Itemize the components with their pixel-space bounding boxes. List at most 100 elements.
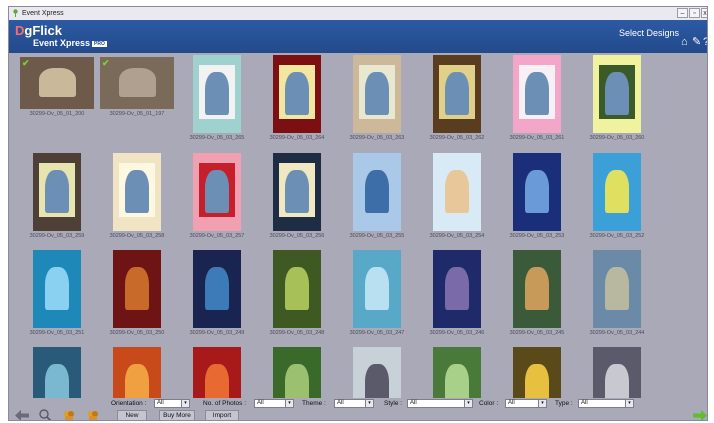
design-thumbnail[interactable]: 30299-Ov_05_03_259 (17, 151, 97, 246)
filter-value: All (410, 400, 417, 406)
design-thumbnail[interactable]: 30299-Ov_05_03_244 (577, 248, 657, 343)
selected-check-icon: ✔ (102, 58, 110, 68)
design-preview (33, 153, 81, 231)
design-thumbnail[interactable] (497, 345, 577, 398)
design-thumbnail[interactable]: 30299-Ov_05_03_257 (177, 151, 257, 246)
design-preview (353, 347, 401, 398)
help-icon[interactable]: ? (703, 37, 707, 48)
design-id-label: 30299-Ov_05_03_245 (509, 330, 565, 336)
couple-photo (45, 170, 69, 213)
couple-photo (285, 72, 309, 115)
design-id-label: 30299-Ov_05_03_255 (349, 233, 405, 239)
brand-logo: DgFlick (15, 23, 62, 38)
chevron-down-icon: ▾ (365, 400, 373, 407)
minimize-icon[interactable]: – (677, 8, 688, 18)
design-id-label: 30299-Ov_05_03_247 (349, 330, 405, 336)
filter-label-photos: No. of Photos : (203, 400, 246, 407)
design-preview (33, 250, 81, 328)
filter-label-orientation: Orientation : (111, 400, 147, 407)
design-thumbnail[interactable]: 30299-Ov_05_03_256 (257, 151, 337, 246)
design-thumbnail[interactable]: 30299-Ov_05_03_262 (417, 53, 497, 148)
design-thumbnail[interactable]: 30299-Ov_05_03_248 (257, 248, 337, 343)
couple-photo (365, 364, 389, 398)
chevron-down-icon: ▾ (625, 400, 633, 407)
zoom-icon[interactable] (39, 409, 52, 421)
design-id-label: 30299-Ov_05_01_197 (109, 111, 165, 117)
design-thumbnail[interactable]: 30299-Ov_05_03_261 (497, 53, 577, 148)
product-name: Event Xpress PRO (33, 38, 107, 48)
filter-select-orientation[interactable]: All ▾ (154, 399, 190, 408)
filter-select-theme[interactable]: All ▾ (334, 399, 374, 408)
window-title: Event Xpress (22, 10, 64, 17)
filter-select-color[interactable]: All ▾ (505, 399, 547, 408)
import-button[interactable]: Import (205, 410, 239, 420)
couple-photo (365, 170, 389, 213)
remove-photo-icon[interactable] (86, 409, 100, 421)
design-thumbnail[interactable] (257, 345, 337, 398)
filter-select-type[interactable]: All ▾ (578, 399, 634, 408)
design-thumbnail[interactable]: 30299-Ov_05_03_263 (337, 53, 417, 148)
chevron-down-icon: ▾ (285, 400, 293, 407)
filter-value: All (157, 400, 164, 406)
design-preview (593, 55, 641, 133)
couple-photo (525, 170, 549, 213)
new-button[interactable]: New (117, 410, 147, 420)
couple-photo (365, 72, 389, 115)
filter-select-photos[interactable]: All ▾ (254, 399, 294, 408)
back-arrow-icon[interactable] (15, 410, 29, 421)
couple-photo (445, 170, 469, 213)
design-thumbnail[interactable]: 30299-Ov_05_03_246 (417, 248, 497, 343)
design-id-label: 30299-Ov_05_03_263 (349, 135, 405, 141)
filter-label-color: Color : (479, 400, 499, 407)
design-thumbnail[interactable]: 30299-Ov_05_03_265 (177, 53, 257, 148)
design-thumbnail[interactable]: 30299-Ov_05_03_253 (497, 151, 577, 246)
design-thumbnail[interactable] (417, 345, 497, 398)
design-thumbnail[interactable]: 30299-Ov_05_03_264 (257, 53, 337, 148)
design-preview (433, 250, 481, 328)
home-icon[interactable]: ⌂ (681, 37, 688, 48)
design-preview (593, 250, 641, 328)
design-thumbnail[interactable]: ✔ 30299-Ov_05_01_197 (97, 53, 177, 148)
design-thumbnail[interactable]: 30299-Ov_05_03_249 (177, 248, 257, 343)
design-id-label: 30299-Ov_05_03_257 (189, 233, 245, 239)
add-photo-icon[interactable] (62, 409, 76, 421)
design-preview (193, 153, 241, 231)
design-id-label: 30299-Ov_05_03_252 (589, 233, 645, 239)
design-thumbnail[interactable]: 30299-Ov_05_03_255 (337, 151, 417, 246)
design-preview (113, 153, 161, 231)
design-thumbnail[interactable]: 30299-Ov_05_03_247 (337, 248, 417, 343)
couple-photo (205, 72, 229, 115)
filter-value: All (581, 400, 588, 406)
design-thumbnail[interactable] (337, 345, 417, 398)
couple-photo (445, 72, 469, 115)
design-thumbnail[interactable]: 30299-Ov_05_03_245 (497, 248, 577, 343)
design-id-label: 30299-Ov_05_03_250 (109, 330, 165, 336)
design-id-label: 30299-Ov_05_03_265 (189, 135, 245, 141)
design-thumbnail[interactable]: 30299-Ov_05_03_260 (577, 53, 657, 148)
design-thumbnail[interactable]: 30299-Ov_05_03_251 (17, 248, 97, 343)
settings-icon[interactable]: ✎ (692, 37, 701, 48)
design-thumbnail[interactable] (17, 345, 97, 398)
restore-icon[interactable]: ▫ (689, 8, 700, 18)
design-preview (193, 55, 241, 133)
buy-more-button[interactable]: Buy More (159, 410, 195, 420)
design-thumbnail[interactable]: 30299-Ov_05_03_258 (97, 151, 177, 246)
design-id-label: 30299-Ov_05_03_254 (429, 233, 485, 239)
next-arrow-icon[interactable] (693, 410, 707, 421)
design-thumbnail[interactable] (97, 345, 177, 398)
design-thumbnail[interactable]: ✔ 30299-Ov_05_01_200 (17, 53, 97, 148)
design-id-label: 30299-Ov_05_01_200 (29, 111, 85, 117)
design-thumbnail[interactable] (577, 345, 657, 398)
design-thumbnail[interactable]: 30299-Ov_05_03_252 (577, 151, 657, 246)
design-id-label: 30299-Ov_05_03_258 (109, 233, 165, 239)
selected-check-icon: ✔ (22, 58, 30, 68)
design-thumbnail[interactable]: 30299-Ov_05_03_254 (417, 151, 497, 246)
design-thumbnail[interactable]: 30299-Ov_05_03_250 (97, 248, 177, 343)
chevron-down-icon: ▾ (464, 400, 472, 407)
design-id-label: 30299-Ov_05_03_251 (29, 330, 85, 336)
filter-select-style[interactable]: All ▾ (407, 399, 473, 408)
design-id-label: 30299-Ov_05_03_262 (429, 135, 485, 141)
design-preview (513, 55, 561, 133)
close-icon[interactable]: x (701, 8, 707, 18)
design-thumbnail[interactable] (177, 345, 257, 398)
